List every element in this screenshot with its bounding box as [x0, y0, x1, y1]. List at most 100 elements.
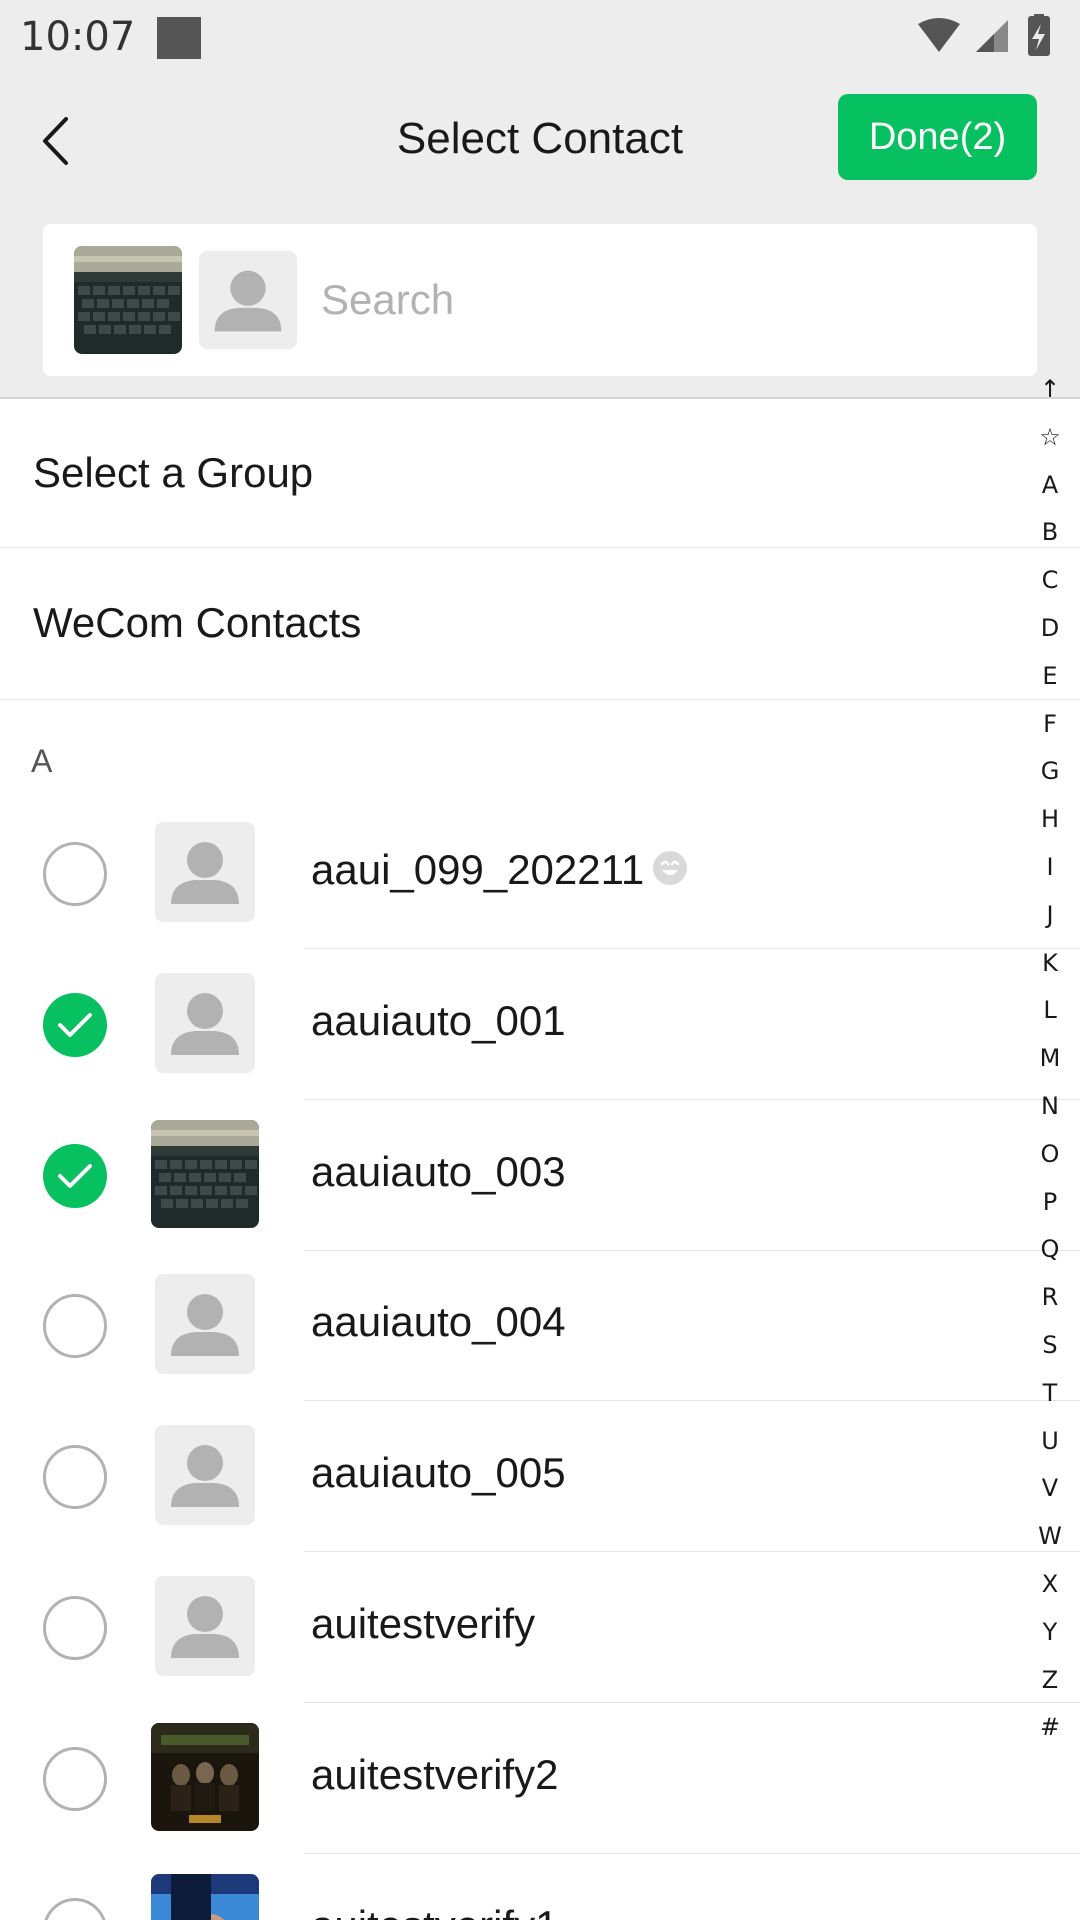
- avatar: [151, 1874, 259, 1920]
- index-letter[interactable]: B: [1030, 509, 1070, 557]
- index-letter[interactable]: V: [1030, 1465, 1070, 1513]
- section-header: A: [31, 743, 53, 779]
- index-letter[interactable]: W: [1030, 1513, 1070, 1561]
- index-letter[interactable]: ☆: [1030, 414, 1070, 462]
- index-letter[interactable]: ↑: [1030, 366, 1070, 414]
- contact-row[interactable]: auitestverify2: [0, 1703, 1080, 1854]
- contact-row[interactable]: auitestverify: [0, 1552, 1080, 1703]
- contact-row[interactable]: aauiauto_003: [0, 1100, 1080, 1251]
- index-letter[interactable]: S: [1030, 1322, 1070, 1370]
- index-letter[interactable]: N: [1030, 1083, 1070, 1131]
- default-avatar-icon: [171, 993, 239, 1055]
- index-letter[interactable]: Y: [1030, 1609, 1070, 1657]
- contact-row[interactable]: aauiauto_001: [0, 949, 1080, 1100]
- index-letter[interactable]: P: [1030, 1179, 1070, 1227]
- keyboard-photo-icon: [74, 246, 182, 354]
- checkbox[interactable]: [43, 1445, 107, 1509]
- checkbox[interactable]: [43, 1898, 107, 1920]
- wifi-icon: [918, 18, 960, 52]
- header: Select Contact Done(2): [0, 76, 1080, 399]
- done-button[interactable]: Done(2): [838, 94, 1037, 180]
- avatar: [151, 1723, 259, 1831]
- status-icons: [918, 14, 1050, 56]
- select-group-label: Select a Group: [33, 449, 314, 496]
- index-letter[interactable]: J: [1030, 892, 1070, 940]
- index-letter[interactable]: E: [1030, 653, 1070, 701]
- checkbox-checked[interactable]: [43, 1144, 107, 1208]
- alphabet-index-bar[interactable]: ↑ ☆ A B C D E F G H I J K L M N O P Q R S T U V W X Y Z #: [1030, 366, 1070, 1752]
- index-letter[interactable]: D: [1030, 605, 1070, 653]
- contact-name-text: aauiauto_005: [311, 1449, 566, 1496]
- default-avatar-icon: [214, 270, 282, 332]
- contact-name-text: auitestverify2: [311, 1751, 559, 1798]
- search-box[interactable]: [43, 224, 1037, 376]
- checkbox-checked[interactable]: [43, 993, 107, 1057]
- search-input[interactable]: [321, 264, 1001, 336]
- avatar: [155, 973, 255, 1073]
- contact-name: aaui_099_202211: [311, 846, 688, 894]
- divider: [0, 699, 1080, 700]
- contact-name-text: aauiauto_001: [311, 997, 566, 1044]
- checkmark-icon: [58, 1164, 92, 1188]
- index-letter[interactable]: I: [1030, 844, 1070, 892]
- contact-name: auitestverify: [311, 1600, 535, 1648]
- keyboard-photo-icon: [151, 1120, 259, 1228]
- index-letter[interactable]: Z: [1030, 1657, 1070, 1705]
- index-letter[interactable]: Q: [1030, 1226, 1070, 1274]
- contact-name: auitestverify1: [311, 1902, 558, 1920]
- index-letter[interactable]: R: [1030, 1274, 1070, 1322]
- contact-name-text: aauiauto_003: [311, 1148, 566, 1195]
- avatar: [151, 1120, 259, 1228]
- default-avatar-icon: [171, 1445, 239, 1507]
- index-letter[interactable]: X: [1030, 1561, 1070, 1609]
- avatar: [155, 1576, 255, 1676]
- index-letter[interactable]: A: [1030, 462, 1070, 510]
- battery-charging-icon: [1028, 14, 1050, 56]
- contact-name: aauiauto_005: [311, 1449, 566, 1497]
- wecom-contacts-row[interactable]: WeCom Contacts: [0, 549, 1080, 699]
- selected-avatar-aauiauto-003[interactable]: [74, 246, 182, 354]
- select-group-row[interactable]: Select a Group: [0, 399, 1080, 549]
- avatar: [155, 1274, 255, 1374]
- contact-name: aauiauto_003: [311, 1148, 566, 1196]
- checkbox[interactable]: [43, 1294, 107, 1358]
- index-letter[interactable]: G: [1030, 748, 1070, 796]
- index-letter[interactable]: C: [1030, 557, 1070, 605]
- status-time: 10:07: [20, 14, 136, 60]
- checkbox[interactable]: [43, 1596, 107, 1660]
- contact-name-text: auitestverify1: [311, 1902, 558, 1920]
- contact-name: auitestverify2: [311, 1751, 558, 1799]
- contact-row[interactable]: aauiauto_004: [0, 1250, 1080, 1401]
- divider: [0, 547, 1080, 548]
- index-letter[interactable]: O: [1030, 1131, 1070, 1179]
- avatar: [155, 822, 255, 922]
- contact-name-text: aauiauto_004: [311, 1298, 566, 1345]
- index-letter[interactable]: U: [1030, 1418, 1070, 1466]
- index-letter[interactable]: L: [1030, 987, 1070, 1035]
- index-letter[interactable]: K: [1030, 940, 1070, 988]
- index-letter[interactable]: M: [1030, 1035, 1070, 1083]
- status-bar: 10:07: [0, 0, 1080, 76]
- index-letter[interactable]: T: [1030, 1370, 1070, 1418]
- selected-avatar-aauiauto-001[interactable]: [199, 251, 297, 349]
- default-avatar-icon: [171, 842, 239, 904]
- checkmark-icon: [58, 1013, 92, 1037]
- contact-name: aauiauto_001: [311, 997, 566, 1045]
- contact-row[interactable]: aauiauto_005: [0, 1401, 1080, 1552]
- smile-emoji-icon: [653, 850, 688, 885]
- index-letter[interactable]: #: [1030, 1704, 1070, 1752]
- contact-row[interactable]: aaui_099_202211: [0, 798, 1080, 949]
- contact-name: aauiauto_004: [311, 1298, 566, 1346]
- blue-photo-icon: [151, 1874, 259, 1920]
- default-avatar-icon: [171, 1596, 239, 1658]
- notification-icon: [157, 17, 201, 59]
- contact-row[interactable]: auitestverify1: [0, 1854, 1040, 1920]
- checkbox[interactable]: [43, 1747, 107, 1811]
- group-photo-icon: [151, 1723, 259, 1831]
- contact-name-text: auitestverify: [311, 1600, 536, 1647]
- checkbox[interactable]: [43, 842, 107, 906]
- index-letter[interactable]: H: [1030, 796, 1070, 844]
- avatar: [155, 1425, 255, 1525]
- index-letter[interactable]: F: [1030, 701, 1070, 749]
- wecom-contacts-label: WeCom Contacts: [33, 599, 362, 646]
